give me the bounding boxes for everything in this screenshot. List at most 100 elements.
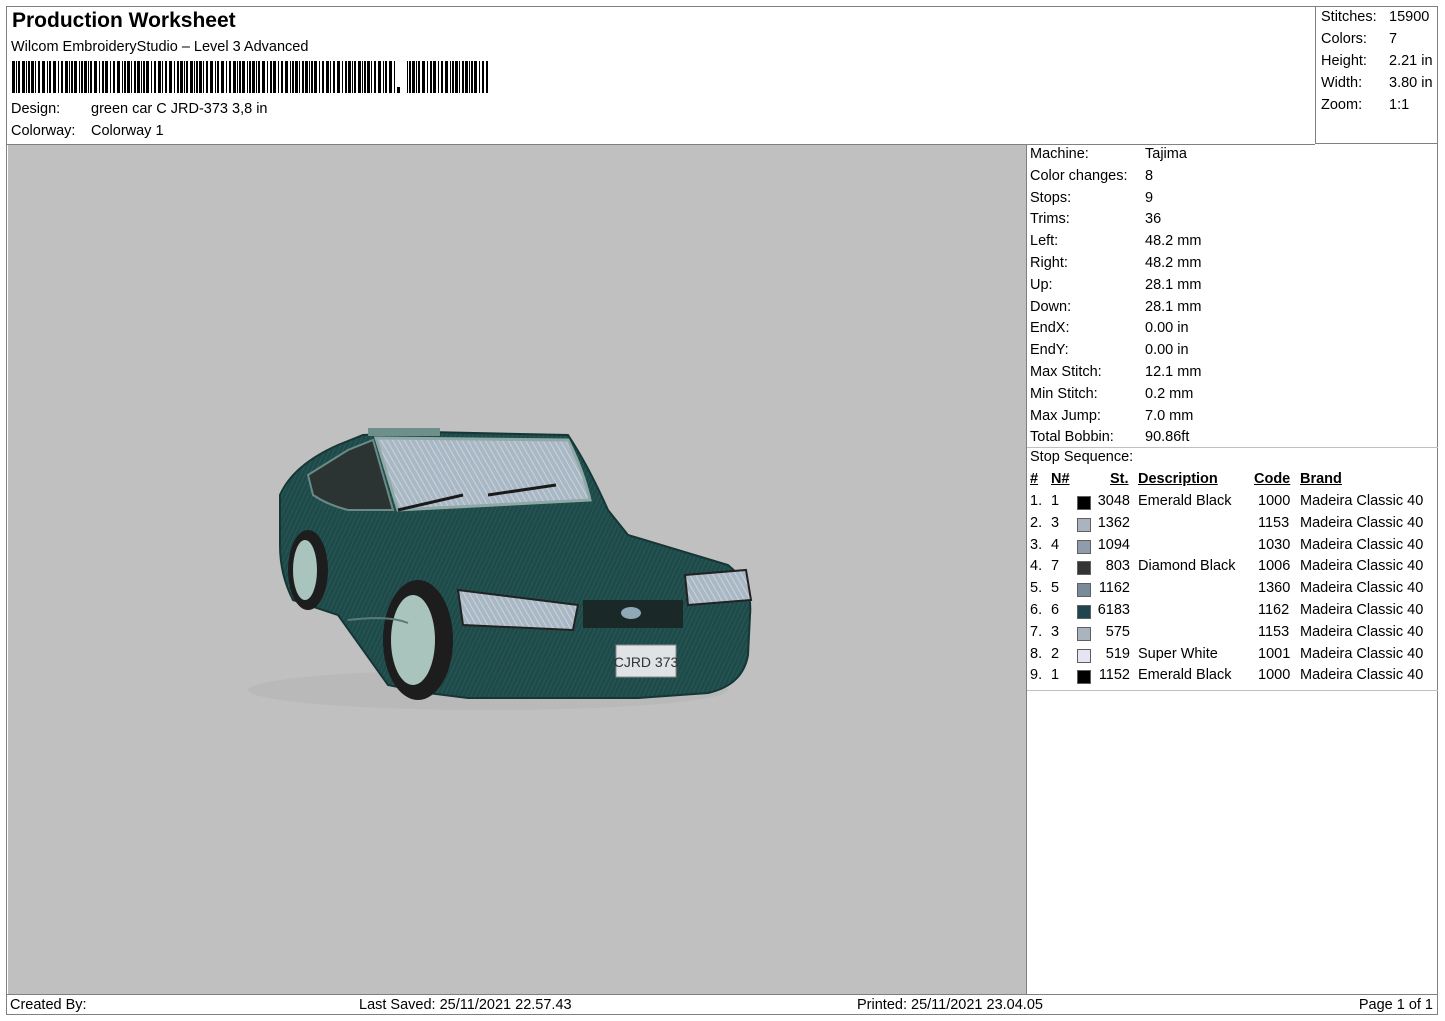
machine-info-label: Stops: xyxy=(1030,189,1072,206)
machine-info-label: EndX: xyxy=(1030,320,1070,337)
table-row: 8. 2 519 Super White 1001 Madeira Classic 40 xyxy=(1027,646,1438,668)
machine-info-row: Left: 48.2 mm xyxy=(1030,233,1201,249)
row-num: 6. xyxy=(1030,602,1043,618)
machine-info-label: Left: xyxy=(1030,233,1059,250)
color-swatch xyxy=(1077,626,1091,641)
row-stitches: 6183 xyxy=(1097,602,1130,618)
worksheet-footer: Created By: Last Saved: 25/11/2021 22.57… xyxy=(7,994,1437,1015)
row-needle: 3 xyxy=(1051,514,1060,531)
row-num: 1. xyxy=(1030,493,1043,509)
printed-date: Printed: 25/11/2021 23.04.05 xyxy=(857,997,1043,1013)
machine-info-label: Down: xyxy=(1030,298,1072,315)
table-row: 5. 5 1162 1360 Madeira Classic 40 xyxy=(1027,580,1438,602)
row-description: Super White xyxy=(1138,645,1218,662)
production-worksheet: Production Worksheet Wilcom EmbroiderySt… xyxy=(6,6,1438,1015)
row-brand: Madeira Classic 40 xyxy=(1300,558,1424,575)
machine-info-row: Color changes: 8 xyxy=(1030,168,1153,184)
table-row: 1. 1 3048 Emerald Black 1000 Madeira Classic … xyxy=(1027,493,1438,515)
last-saved: Last Saved: 25/11/2021 22.57.43 xyxy=(359,997,572,1013)
colorway-row: Colorway: Colorway 1 xyxy=(11,123,164,139)
machine-info-label: Max Stitch: xyxy=(1030,364,1102,380)
row-brand: Madeira Classic 40 xyxy=(1300,645,1424,662)
car-illustration: CJRD 373 xyxy=(248,428,753,710)
machine-info-label: EndY: xyxy=(1030,342,1069,359)
machine-info-panel: Machine: Tajima Color changes: 8 Stops: 9 Trim… xyxy=(1027,145,1438,994)
row-code: 1001 xyxy=(1258,645,1291,662)
row-num: 8. xyxy=(1030,645,1043,662)
machine-info-value: 8 xyxy=(1145,167,1154,184)
stat-value: 1:1 xyxy=(1389,97,1410,113)
row-num: 2. xyxy=(1030,514,1043,531)
row-stitches: 803 xyxy=(1105,558,1130,575)
created-by: Created By: xyxy=(10,997,87,1013)
stat-value: 7 xyxy=(1389,31,1398,47)
col-header-description: Description xyxy=(1138,471,1218,487)
machine-info-label: Min Stitch: xyxy=(1030,385,1098,402)
table-row: 4. 7 803 Diamond Black 1006 Madeira Classic 4… xyxy=(1027,558,1438,580)
row-stitches: 3048 xyxy=(1097,493,1130,509)
stat-row: Colors: 7 xyxy=(1321,31,1397,47)
machine-info-value: 0.00 in xyxy=(1145,342,1189,359)
design-row: Design: green car C JRD-373 3,8 in xyxy=(11,101,268,117)
color-swatch xyxy=(1077,539,1091,554)
row-description: Emerald Black xyxy=(1138,667,1232,684)
row-brand: Madeira Classic 40 xyxy=(1300,667,1424,684)
table-row: 6. 6 6183 1162 Madeira Classic 40 xyxy=(1027,602,1438,624)
stat-row: Width: 3.80 in xyxy=(1321,75,1433,91)
row-code: 1360 xyxy=(1258,580,1291,597)
machine-info-label: Max Jump: xyxy=(1030,407,1101,424)
design-stats-panel: Stitches: 15900 Colors: 7 Height: 2.21 in Widt… xyxy=(1315,7,1437,144)
row-brand: Madeira Classic 40 xyxy=(1300,536,1424,553)
color-swatch xyxy=(1077,648,1091,663)
machine-info-value: 28.1 mm xyxy=(1145,298,1202,315)
design-label: Design: xyxy=(11,101,61,117)
machine-info-value: 48.2 mm xyxy=(1145,233,1202,250)
col-header-brand: Brand xyxy=(1300,471,1342,487)
row-num: 3. xyxy=(1030,536,1043,553)
machine-info-value: 12.1 mm xyxy=(1145,364,1202,380)
machine-info-row: EndY: 0.00 in xyxy=(1030,342,1189,358)
row-brand: Madeira Classic 40 xyxy=(1300,623,1424,640)
stat-value: 2.21 in xyxy=(1389,53,1433,69)
machine-info-row: Min Stitch: 0.2 mm xyxy=(1030,386,1193,402)
machine-info-value: 48.2 mm xyxy=(1145,255,1202,271)
row-code: 1006 xyxy=(1258,558,1291,575)
row-needle: 1 xyxy=(1051,667,1060,684)
machine-info-row: Right: 48.2 mm xyxy=(1030,255,1201,271)
machine-info-label: Machine: xyxy=(1030,146,1089,162)
machine-info-row: Up: 28.1 mm xyxy=(1030,277,1201,293)
row-brand: Madeira Classic 40 xyxy=(1300,602,1424,618)
machine-info-value: 9 xyxy=(1145,189,1154,206)
stat-label: Stitches: xyxy=(1321,9,1377,25)
col-header-num: # xyxy=(1030,471,1039,487)
row-stitches: 1162 xyxy=(1098,580,1130,597)
car-embroidery-preview: CJRD 373 xyxy=(248,428,753,710)
design-value: green car C JRD-373 3,8 in xyxy=(91,101,268,117)
row-num: 4. xyxy=(1030,558,1043,575)
machine-info-label: Up: xyxy=(1030,276,1053,293)
row-code: 1030 xyxy=(1258,536,1291,553)
row-needle: 2 xyxy=(1051,645,1060,662)
row-code: 1162 xyxy=(1258,602,1290,618)
row-stitches: 519 xyxy=(1105,645,1130,662)
table-row: 3. 4 1094 1030 Madeira Classic 40 xyxy=(1027,537,1438,559)
page-title: Production Worksheet xyxy=(12,9,236,32)
color-swatch xyxy=(1077,583,1091,598)
row-brand: Madeira Classic 40 xyxy=(1300,493,1424,509)
colorway-label: Colorway: xyxy=(11,123,76,139)
worksheet-header: Production Worksheet Wilcom EmbroiderySt… xyxy=(7,7,1315,145)
row-description: Diamond Black xyxy=(1138,558,1236,575)
row-code: 1153 xyxy=(1258,514,1290,531)
table-row: 2. 3 1362 1153 Madeira Classic 40 xyxy=(1027,515,1438,537)
machine-info-row: Down: 28.1 mm xyxy=(1030,299,1201,315)
machine-info-label: Total Bobbin: xyxy=(1030,429,1114,446)
row-num: 5. xyxy=(1030,580,1043,597)
color-swatch xyxy=(1077,561,1091,576)
row-stitches: 575 xyxy=(1105,623,1130,640)
row-needle: 7 xyxy=(1051,558,1060,575)
row-description: Emerald Black xyxy=(1138,493,1232,509)
stat-row: Stitches: 15900 xyxy=(1321,9,1429,25)
machine-info-value: 0.2 mm xyxy=(1145,385,1194,402)
color-swatch xyxy=(1077,517,1091,532)
machine-info-value: 90.86ft xyxy=(1145,429,1190,446)
